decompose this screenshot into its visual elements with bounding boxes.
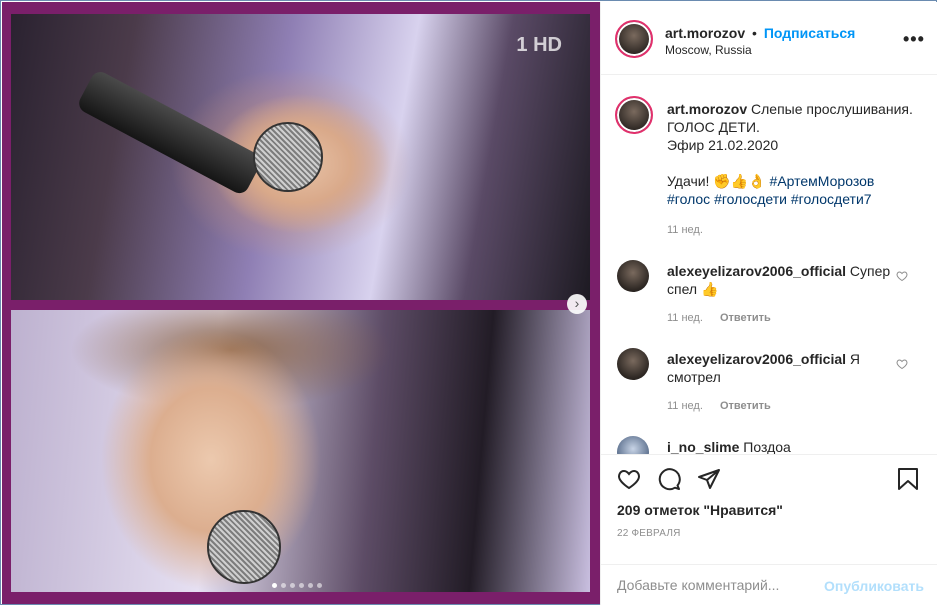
post-actions-bar: 209 отметок "Нравится" 22 ФЕВРАЛЯ <box>601 454 937 564</box>
comment-text: alexeyelizarov2006_official Супер спел 👍 <box>667 262 915 298</box>
bookmark-icon[interactable] <box>897 467 919 491</box>
comment-author[interactable]: i_no_slime <box>667 439 739 454</box>
commenter-avatar[interactable] <box>617 348 649 380</box>
post-side-panel: art.morozov • Подписаться Moscow, Russia… <box>600 2 937 605</box>
separator: • <box>752 25 757 41</box>
microphone-head-image <box>253 122 323 192</box>
chevron-right-icon[interactable]: › <box>567 294 587 314</box>
carousel-dot[interactable] <box>290 583 295 588</box>
heart-icon[interactable] <box>617 467 641 491</box>
comment-time[interactable]: 11 нед. <box>667 400 703 412</box>
caption-time[interactable]: 11 нед. <box>667 224 703 236</box>
carousel-dot[interactable] <box>308 583 313 588</box>
caption-line-3: Эфир 21.02.2020 <box>667 137 779 153</box>
comment-text: i_no_slime Поздоа <box>667 438 915 454</box>
comment-meta: 11 нед. Ответить <box>667 312 785 324</box>
comment-time[interactable]: 11 нед. <box>667 312 703 324</box>
carousel-dot[interactable] <box>272 583 277 588</box>
caption-line-4: Удачи! ✊👍👌 <box>667 173 766 189</box>
hashtag-link[interactable]: #АртемМорозов <box>770 173 875 189</box>
comment-body: Поздоа <box>743 439 791 454</box>
caption-meta: 11 нед. <box>667 224 717 236</box>
follow-button[interactable]: Подписаться <box>764 25 856 41</box>
author-username[interactable]: art.morozov <box>665 25 745 41</box>
microphone-head-image <box>207 510 281 584</box>
caption-line-2: ГОЛОС ДЕТИ. <box>667 119 760 135</box>
post-header: art.morozov • Подписаться Moscow, Russia… <box>601 2 937 75</box>
reply-button[interactable]: Ответить <box>720 312 771 324</box>
caption-avatar[interactable] <box>615 96 653 134</box>
carousel-dot[interactable] <box>299 583 304 588</box>
carousel-photo-bottom <box>11 310 590 592</box>
commenter-avatar[interactable] <box>617 436 649 454</box>
heart-icon[interactable] <box>896 358 908 370</box>
comment-author[interactable]: alexeyelizarov2006_official <box>667 351 846 367</box>
commenter-avatar[interactable] <box>617 260 649 292</box>
comment-input[interactable] <box>617 577 817 593</box>
hashtag-link[interactable]: #голосдети <box>714 191 787 207</box>
caption-author[interactable]: art.morozov <box>667 101 747 117</box>
reply-button[interactable]: Ответить <box>720 400 771 412</box>
comment-icon[interactable] <box>657 467 681 491</box>
publish-button[interactable]: Опубликовать <box>824 578 924 594</box>
caption-line-1: Слепые прослушивания. <box>751 101 913 117</box>
post-date[interactable]: 22 ФЕВРАЛЯ <box>617 528 681 539</box>
comments-list[interactable]: art.morozov Слепые прослушивания. ГОЛОС … <box>601 76 937 454</box>
channel-logo: 1 HD <box>516 34 562 56</box>
more-icon[interactable]: ••• <box>903 29 925 50</box>
comment-meta: 11 нед. Ответить <box>667 400 785 412</box>
hashtag-link[interactable]: #голосдети7 <box>791 191 872 207</box>
likes-count[interactable]: 209 отметок "Нравится" <box>617 502 783 518</box>
caption-text: art.morozov Слепые прослушивания. ГОЛОС … <box>667 100 915 208</box>
microphone-image <box>75 68 265 197</box>
carousel-dots <box>272 583 322 588</box>
author-avatar[interactable] <box>615 20 653 58</box>
location-link[interactable]: Moscow, Russia <box>665 43 752 57</box>
comment-text: alexeyelizarov2006_official Я смотрел <box>667 350 915 386</box>
carousel-photo-top: 1 HD <box>11 14 590 300</box>
hashtag-link[interactable]: #голос <box>667 191 710 207</box>
header-title-row: art.morozov • Подписаться <box>665 25 855 41</box>
heart-icon[interactable] <box>896 270 908 282</box>
instagram-post-window: 1 HD › art.morozov • Подписаться Moscow,… <box>0 0 937 605</box>
carousel-dot[interactable] <box>281 583 286 588</box>
add-comment-bar: Опубликовать <box>601 564 937 605</box>
comment-author[interactable]: alexeyelizarov2006_official <box>667 263 846 279</box>
share-icon[interactable] <box>697 467 721 491</box>
carousel-dot[interactable] <box>317 583 322 588</box>
post-media-carousel[interactable]: 1 HD › <box>2 2 600 604</box>
